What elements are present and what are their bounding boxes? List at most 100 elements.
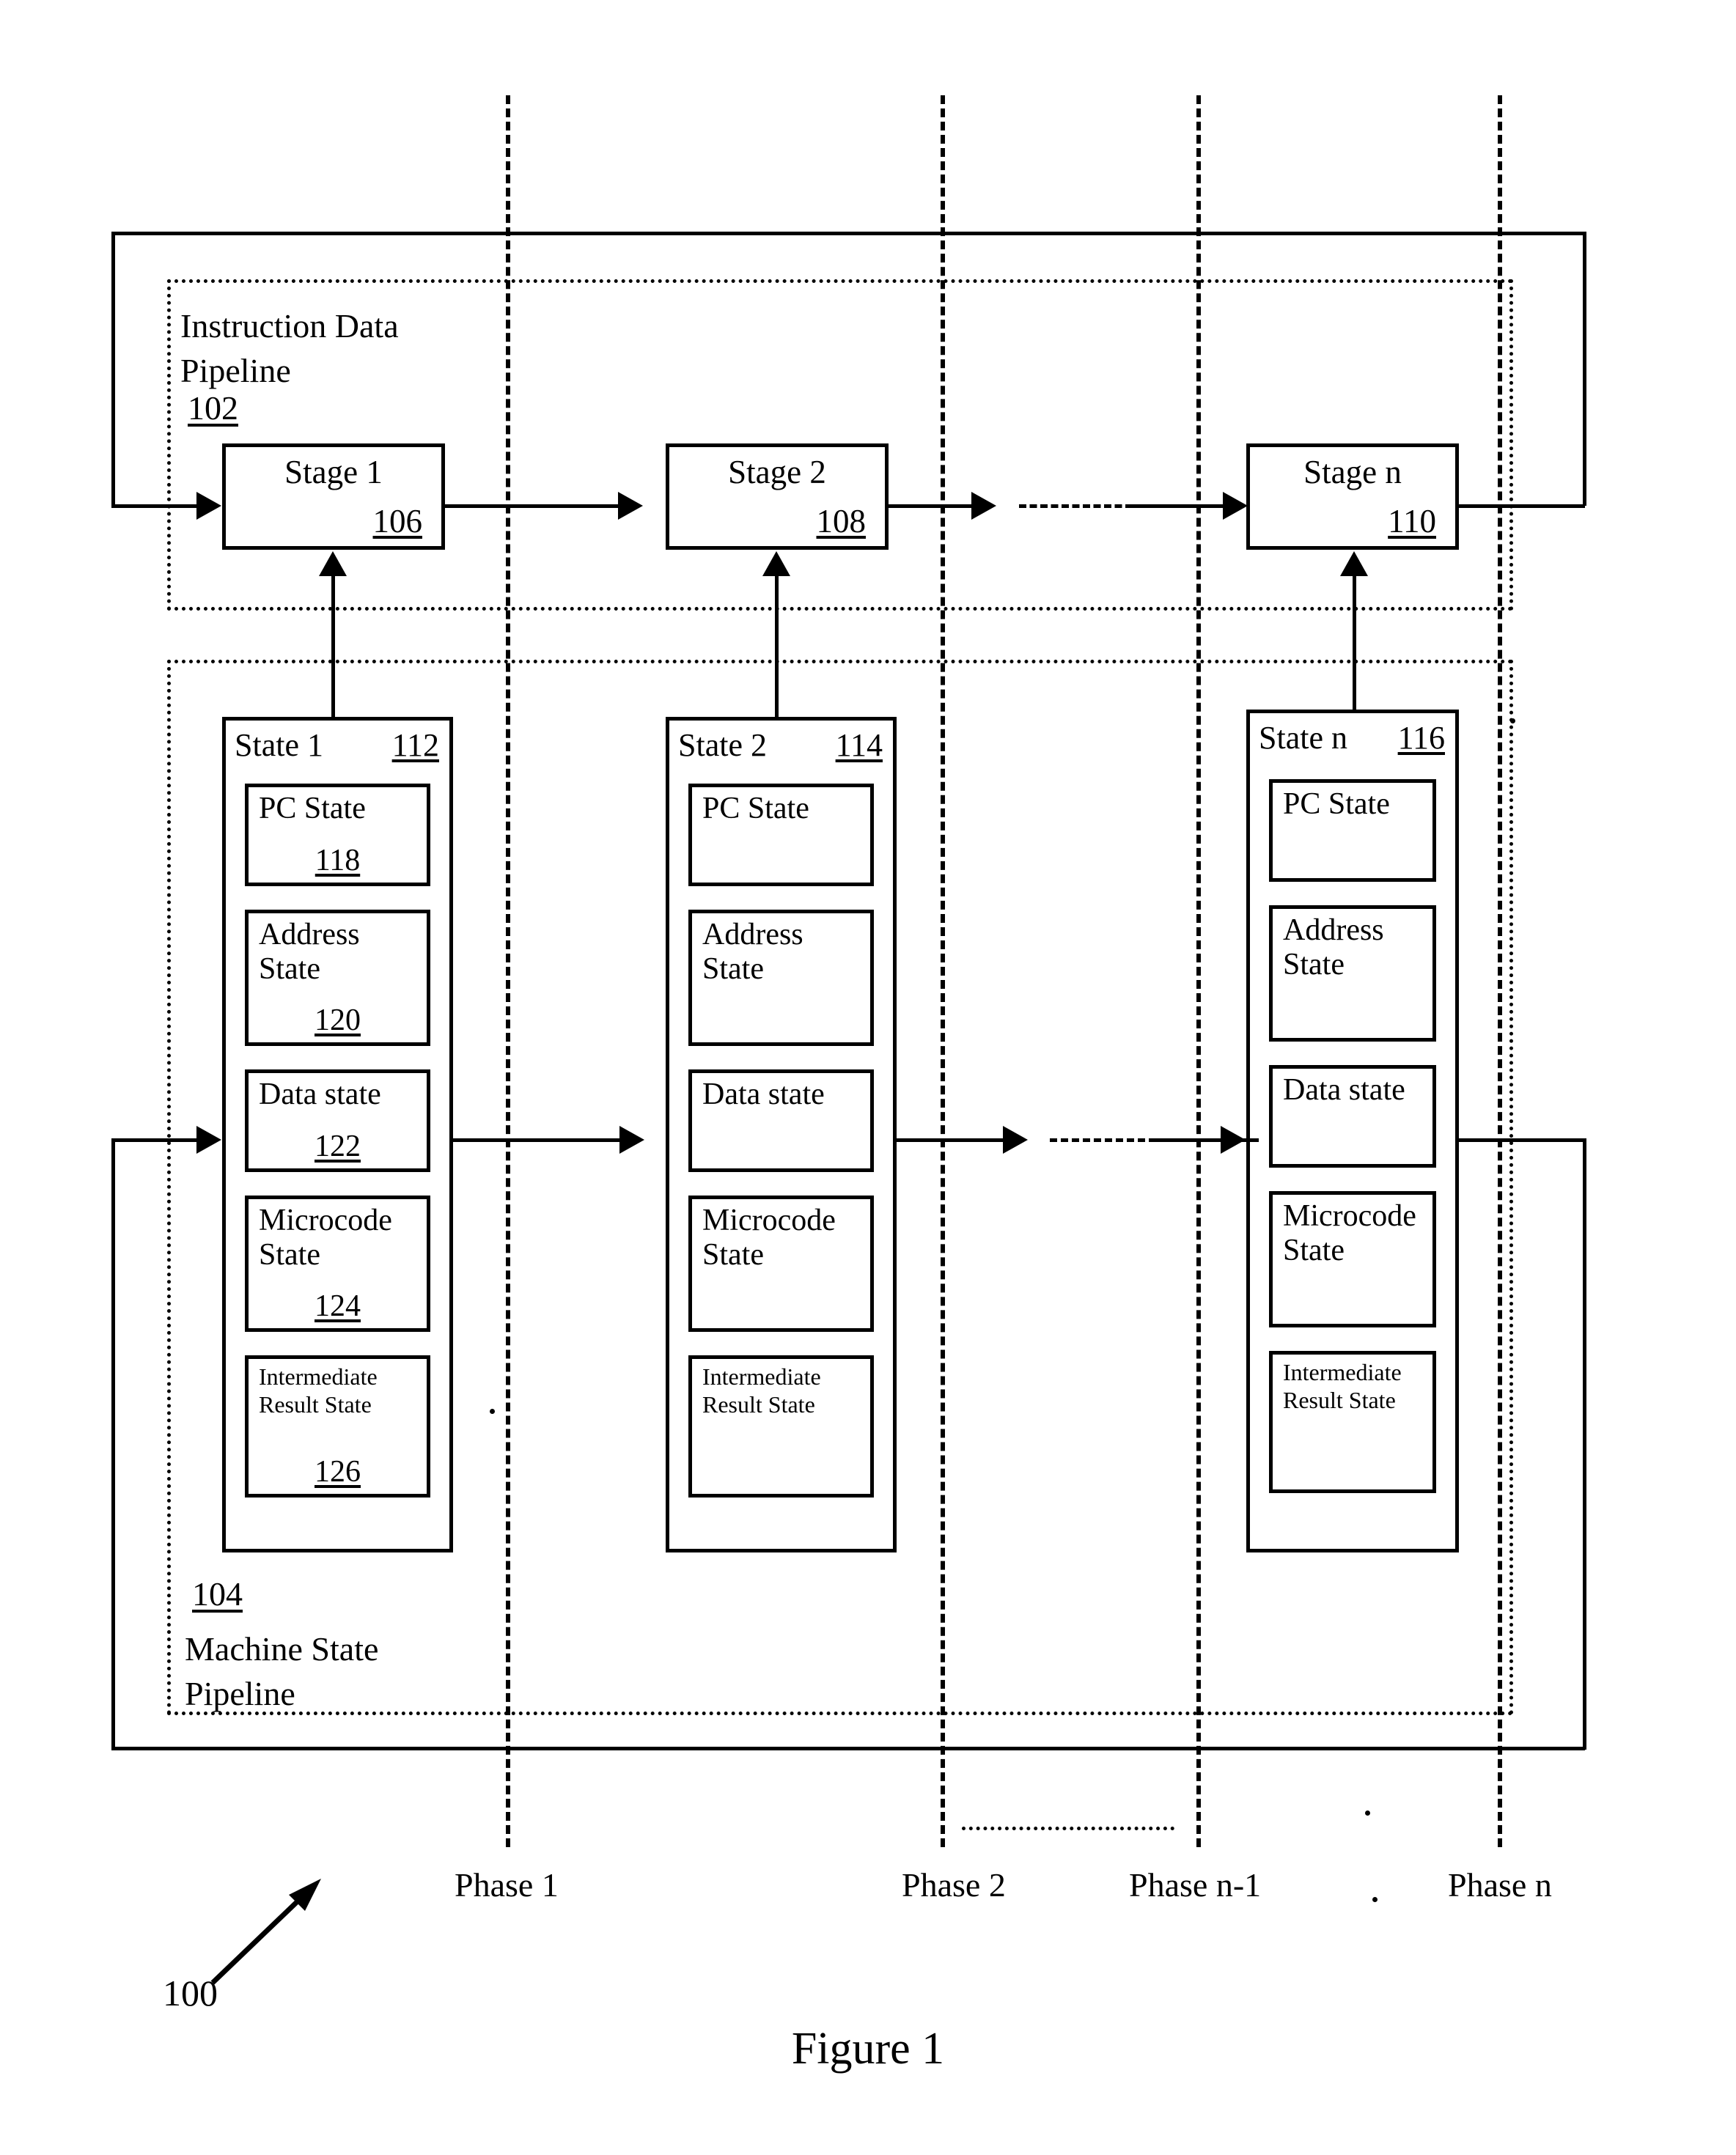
patent-figure-page: Instruction Data Pipeline 102 Stage 1 10… [0, 0, 1736, 2155]
state-1-pc-state-box[interactable]: PC State 118 [245, 784, 430, 886]
state-n-pc-state-box[interactable]: PC State [1269, 779, 1436, 882]
state-1-input-arrowhead [196, 1126, 221, 1154]
state2-input-arrowhead [619, 1126, 644, 1154]
state-1-address-state-box[interactable]: Address State 120 [245, 910, 430, 1046]
state-1-pc-state-label: PC State [259, 792, 366, 825]
state-2-pc-state-label: PC State [702, 792, 809, 825]
overall-ref-leader-arrow [210, 1879, 321, 1985]
state-1-microcode-state-label: Microcode State [259, 1204, 392, 1272]
instruction-feedback-left-wire [111, 232, 115, 506]
state-2-header: State 2 114 [678, 726, 883, 764]
state-1-ref: 112 [391, 727, 439, 763]
state-1-data-state-box[interactable]: Data state 122 [245, 1069, 430, 1172]
state-n-ref: 116 [1397, 720, 1445, 756]
stage2-output-wire [889, 504, 979, 508]
state-2-microcode-state-label: Microcode State [702, 1204, 836, 1272]
state2-to-staten-dashed-wire [1050, 1138, 1156, 1142]
state-2-address-state-label: Address State [702, 918, 803, 987]
stage-n-box[interactable]: Stage n 110 [1246, 443, 1459, 550]
state2-output-arrowhead [1003, 1126, 1028, 1154]
staten-to-stagen-arrowhead [1340, 551, 1368, 576]
state-1-input-wire [111, 1138, 209, 1142]
state1-to-stage1-arrowhead [319, 551, 347, 576]
state-n-data-state-label: Data state [1283, 1073, 1405, 1107]
stage-1-box[interactable]: Stage 1 106 [222, 443, 445, 550]
staten-to-stagen-wire [1353, 564, 1356, 717]
state-n-box[interactable]: State n 116 PC State Address State Data … [1246, 710, 1459, 1552]
state-2-ref: 114 [835, 727, 883, 763]
overall-figure-ref: 100 [163, 1972, 218, 2014]
state2-to-stage2-wire [775, 564, 779, 717]
stage-2-ref: 108 [816, 503, 867, 539]
state-1-pc-state-ref: 118 [315, 844, 361, 877]
state1-to-state2-wire [453, 1138, 633, 1142]
artifact-dot-mid-left [490, 1409, 495, 1414]
state-2-address-state-box[interactable]: Address State [688, 910, 874, 1046]
state-n-address-state-box[interactable]: Address State [1269, 905, 1436, 1042]
state-n-input-arrowhead [1221, 1126, 1246, 1154]
stage-n-title: Stage n [1303, 454, 1402, 490]
instruction-feedback-top-wire [111, 232, 1585, 235]
state-n-header: State n 116 [1259, 719, 1445, 756]
state-2-microcode-state-box[interactable]: Microcode State [688, 1196, 874, 1332]
state-1-box[interactable]: State 1 112 PC State 118 Address State 1… [222, 717, 453, 1552]
stage2-to-stagen-dashed-wire [1019, 504, 1133, 508]
state-n-output-wire [1459, 1138, 1585, 1142]
stage-n-input-arrowhead [1223, 492, 1248, 520]
stage2-input-arrowhead [618, 492, 643, 520]
machine-state-pipeline-label: Machine State Pipeline [185, 1630, 379, 1712]
machine-feedback-right-wire [1583, 1138, 1586, 1750]
figure-caption: Figure 1 [791, 2024, 945, 2074]
phase-2-label: Phase 2 [902, 1866, 1006, 1904]
state-2-intermediate-result-state-label: Intermediate Result State [702, 1363, 821, 1418]
state-1-title: State 1 [235, 727, 323, 763]
state-1-address-state-ref: 120 [315, 1003, 361, 1037]
state-1-microcode-state-box[interactable]: Microcode State 124 [245, 1196, 430, 1332]
artifact-dot-upper-right [1510, 718, 1515, 723]
state-n-data-state-box[interactable]: Data state [1269, 1065, 1436, 1168]
artifact-dot-phase-caption-gap [1372, 1897, 1378, 1902]
state-1-intermediate-result-state-ref: 126 [315, 1455, 361, 1489]
state-n-pc-state-label: PC State [1283, 787, 1390, 821]
instruction-data-pipeline-label: Instruction Data Pipeline [180, 307, 399, 389]
phase-n-minus-1-label: Phase n-1 [1129, 1866, 1262, 1904]
phase-ellipsis-dots [962, 1827, 1174, 1830]
state-n-intermediate-result-state-label: Intermediate Result State [1283, 1359, 1402, 1413]
state-n-intermediate-result-state-box[interactable]: Intermediate Result State [1269, 1351, 1436, 1493]
machine-feedback-left-wire [111, 1138, 115, 1750]
state-2-data-state-box[interactable]: Data state [688, 1069, 874, 1172]
phase-n-label: Phase n [1448, 1866, 1552, 1904]
state1-to-stage1-wire [331, 564, 335, 717]
state-2-data-state-label: Data state [702, 1078, 825, 1111]
state-1-data-state-label: Data state [259, 1078, 381, 1111]
state-n-microcode-state-box[interactable]: Microcode State [1269, 1191, 1436, 1327]
state-1-intermediate-result-state-label: Intermediate Result State [259, 1363, 378, 1418]
stage-1-title: Stage 1 [284, 454, 383, 490]
stage-n-ref: 110 [1388, 503, 1436, 539]
phase-1-label: Phase 1 [455, 1866, 559, 1904]
state-1-microcode-state-ref: 124 [315, 1289, 361, 1323]
artifact-dot-phase-gap [1365, 1810, 1370, 1816]
state2-to-stage2-arrowhead [762, 551, 790, 576]
state-1-header: State 1 112 [235, 726, 439, 764]
state2-output-wire [897, 1138, 1014, 1142]
state-n-title: State n [1259, 720, 1347, 756]
state-1-intermediate-result-state-box[interactable]: Intermediate Result State 126 [245, 1355, 430, 1498]
state-2-intermediate-result-state-box[interactable]: Intermediate Result State [688, 1355, 874, 1498]
state-1-data-state-ref: 122 [315, 1130, 361, 1163]
instruction-data-pipeline-ref: 102 [188, 389, 238, 427]
state-1-address-state-label: Address State [259, 918, 360, 987]
state-2-box[interactable]: State 2 114 PC State Address State Data … [666, 717, 897, 1552]
stagen-input-wire [1133, 504, 1235, 508]
stage1-to-stage2-wire [445, 504, 628, 508]
stage-1-ref: 106 [372, 503, 423, 539]
state-n-address-state-label: Address State [1283, 913, 1384, 982]
instruction-feedback-right-wire [1583, 232, 1586, 506]
state-2-pc-state-box[interactable]: PC State [688, 784, 874, 886]
stage2-output-arrowhead [971, 492, 996, 520]
machine-feedback-bottom-wire [111, 1747, 1585, 1750]
stage-2-title: Stage 2 [728, 454, 826, 490]
state-2-title: State 2 [678, 727, 767, 763]
stage-2-box[interactable]: Stage 2 108 [666, 443, 889, 550]
state-n-microcode-state-label: Microcode State [1283, 1199, 1416, 1268]
